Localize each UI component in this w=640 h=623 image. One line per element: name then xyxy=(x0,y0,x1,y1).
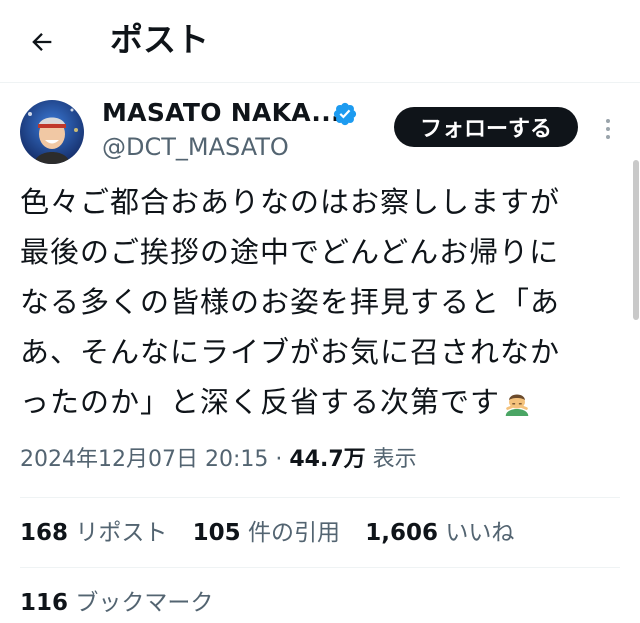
top-bar: ポスト xyxy=(0,0,640,83)
likes-label: いいね xyxy=(445,520,515,546)
reposts-count: 168 xyxy=(20,520,69,546)
more-dot xyxy=(606,127,610,131)
reposts-label: リポスト xyxy=(75,520,168,546)
tweet-line: あ、そんなにライブがお気に召されなか xyxy=(20,335,561,369)
author-display-name[interactable]: MASATO NAKA... xyxy=(102,96,341,130)
tweet-line: 色々ご都合おありなのはお察ししますが xyxy=(20,185,561,219)
bookmarks-count: 116 xyxy=(20,590,69,616)
tweet-line: なる多くの皆様のお姿を拝見すると「あ xyxy=(20,285,561,319)
scrollbar[interactable] xyxy=(633,160,639,320)
more-dot xyxy=(606,135,610,139)
author-handle[interactable]: @DCT_MASATO xyxy=(102,130,289,164)
tweet-timestamp[interactable]: 2024年12月07日 20:15 xyxy=(20,447,268,472)
divider xyxy=(20,497,620,498)
quotes-label: 件の引用 xyxy=(247,520,340,546)
bowing-man-emoji xyxy=(505,394,529,416)
views-count: 44.7万 xyxy=(289,447,366,472)
page-title: ポスト xyxy=(110,20,209,59)
tweet-line: 最後のご挨拶の途中でどんどんお帰りに xyxy=(20,235,560,269)
verified-badge-icon xyxy=(333,102,357,126)
likes-stat[interactable]: 1,606 いいね xyxy=(365,520,532,546)
quotes-stat[interactable]: 105 件の引用 xyxy=(193,520,358,546)
engagement-stats: 168 リポスト 105 件の引用 1,606 いいね xyxy=(20,514,532,552)
tweet-line: ったのか」と深く反省する次第です xyxy=(20,385,501,419)
more-vertical-icon[interactable] xyxy=(596,111,620,147)
divider xyxy=(20,567,620,568)
reposts-stat[interactable]: 168 リポスト xyxy=(20,520,185,546)
arrow-left-icon xyxy=(32,33,52,51)
meta-separator: · xyxy=(275,447,283,472)
bookmarks-stat[interactable]: 116 ブックマーク xyxy=(20,584,213,622)
more-dot xyxy=(606,119,610,123)
views-label: 表示 xyxy=(372,447,417,472)
likes-count: 1,606 xyxy=(365,520,439,546)
quotes-count: 105 xyxy=(192,520,241,546)
avatar[interactable] xyxy=(20,100,84,164)
tweet-meta: 2024年12月07日 20:15 · 44.7万 表示 xyxy=(20,443,417,477)
avatar-image xyxy=(20,100,84,164)
tweet-last-line: ったのか」と深く反省する次第です xyxy=(20,377,620,427)
back-button[interactable] xyxy=(22,22,62,62)
follow-button[interactable]: フォローする xyxy=(394,107,578,147)
bookmarks-label: ブックマーク xyxy=(75,590,214,616)
tweet-text: 色々ご都合おありなのはお察ししますが 最後のご挨拶の途中でどんどんお帰りに なる… xyxy=(20,177,620,427)
